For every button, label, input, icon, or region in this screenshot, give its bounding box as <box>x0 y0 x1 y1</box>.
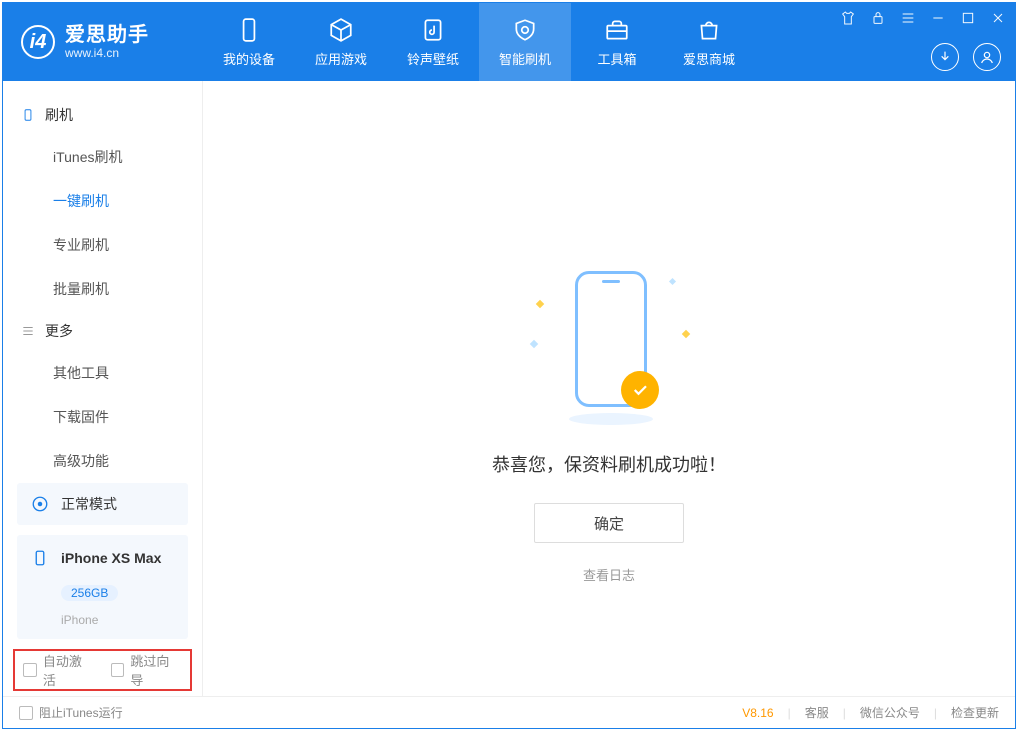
bottom-options-highlight: 自动激活 跳过向导 <box>13 649 192 691</box>
title-right-buttons <box>931 43 1001 71</box>
music-file-icon <box>420 17 446 43</box>
checkbox-auto-activate[interactable]: 自动激活 <box>23 651 95 689</box>
nav-store[interactable]: 爱思商城 <box>663 3 755 81</box>
phone-icon <box>236 17 262 43</box>
nav-flash[interactable]: 智能刷机 <box>479 3 571 81</box>
device-capacity: 256GB <box>61 585 118 601</box>
nav-apps[interactable]: 应用游戏 <box>295 3 387 81</box>
device-phone-icon <box>29 547 51 569</box>
download-button[interactable] <box>931 43 959 71</box>
spark-icon <box>530 340 538 348</box>
titlebar: i4 爱思助手 www.i4.cn 我的设备 应用游戏 铃声壁纸 智能刷机 <box>3 3 1015 81</box>
main-nav: 我的设备 应用游戏 铃声壁纸 智能刷机 工具箱 爱思商城 <box>203 3 755 81</box>
nav-toolbox[interactable]: 工具箱 <box>571 3 663 81</box>
close-button[interactable] <box>989 9 1007 27</box>
success-message: 恭喜您，保资料刷机成功啦！ <box>492 451 726 477</box>
menu-icon[interactable] <box>899 9 917 27</box>
bag-icon <box>696 17 722 43</box>
refresh-shield-icon <box>512 17 538 43</box>
sidebar-item-download-firmware[interactable]: 下载固件 <box>3 395 202 439</box>
sidebar-item-advanced[interactable]: 高级功能 <box>3 439 202 483</box>
nav-my-device[interactable]: 我的设备 <box>203 3 295 81</box>
brand-logo-icon: i4 <box>21 25 55 59</box>
spark-icon <box>536 300 544 308</box>
device-type: iPhone <box>61 613 176 627</box>
status-bar: 阻止iTunes运行 V8.16 | 客服 | 微信公众号 | 检查更新 <box>3 696 1015 728</box>
check-badge-icon <box>621 371 659 409</box>
device-icon <box>21 108 35 122</box>
sidebar-section-flash[interactable]: 刷机 <box>3 95 202 135</box>
success-hero: 恭喜您，保资料刷机成功啦！ 确定 查看日志 <box>492 271 726 584</box>
minimize-button[interactable] <box>929 9 947 27</box>
checkbox-icon <box>23 663 37 677</box>
sidebar-item-other-tools[interactable]: 其他工具 <box>3 351 202 395</box>
status-link-wechat[interactable]: 微信公众号 <box>860 704 920 721</box>
tshirt-icon[interactable] <box>839 9 857 27</box>
brand-name: 爱思助手 <box>65 24 149 47</box>
checkbox-icon <box>19 706 33 720</box>
brand-url: www.i4.cn <box>65 47 149 61</box>
device-name: iPhone XS Max <box>61 550 161 566</box>
ok-button[interactable]: 确定 <box>534 503 684 543</box>
mode-icon <box>29 493 51 515</box>
checkbox-skip-guide[interactable]: 跳过向导 <box>111 651 183 689</box>
sidebar-item-oneclick-flash[interactable]: 一键刷机 <box>3 179 202 223</box>
mode-label: 正常模式 <box>61 494 117 514</box>
cube-icon <box>328 17 354 43</box>
nav-ringtone[interactable]: 铃声壁纸 <box>387 3 479 81</box>
sidebar-item-pro-flash[interactable]: 专业刷机 <box>3 223 202 267</box>
sidebar-section-more[interactable]: 更多 <box>3 311 202 351</box>
main-panel: 恭喜您，保资料刷机成功啦！ 确定 查看日志 <box>203 81 1015 696</box>
list-icon <box>21 324 35 338</box>
version-label: V8.16 <box>742 706 773 720</box>
body: 刷机 iTunes刷机 一键刷机 专业刷机 批量刷机 更多 其他工具 下载固件 … <box>3 81 1015 696</box>
view-log-link[interactable]: 查看日志 <box>583 565 635 584</box>
sidebar: 刷机 iTunes刷机 一键刷机 专业刷机 批量刷机 更多 其他工具 下载固件 … <box>3 81 203 696</box>
device-card[interactable]: iPhone XS Max 256GB iPhone <box>17 535 188 639</box>
mode-card[interactable]: 正常模式 <box>17 483 188 525</box>
window-controls <box>839 9 1007 27</box>
success-illustration <box>529 271 689 431</box>
user-button[interactable] <box>973 43 1001 71</box>
spark-icon <box>682 330 690 338</box>
app-window: i4 爱思助手 www.i4.cn 我的设备 应用游戏 铃声壁纸 智能刷机 <box>2 2 1016 729</box>
toolbox-icon <box>604 17 630 43</box>
spark-icon <box>669 278 676 285</box>
maximize-button[interactable] <box>959 9 977 27</box>
brand: i4 爱思助手 www.i4.cn <box>3 3 203 81</box>
checkbox-icon <box>111 663 125 677</box>
sidebar-item-itunes-flash[interactable]: iTunes刷机 <box>3 135 202 179</box>
lock-icon[interactable] <box>869 9 887 27</box>
status-link-support[interactable]: 客服 <box>805 704 829 721</box>
checkbox-block-itunes[interactable]: 阻止iTunes运行 <box>19 704 123 721</box>
status-link-update[interactable]: 检查更新 <box>951 704 999 721</box>
sidebar-item-batch-flash[interactable]: 批量刷机 <box>3 267 202 311</box>
